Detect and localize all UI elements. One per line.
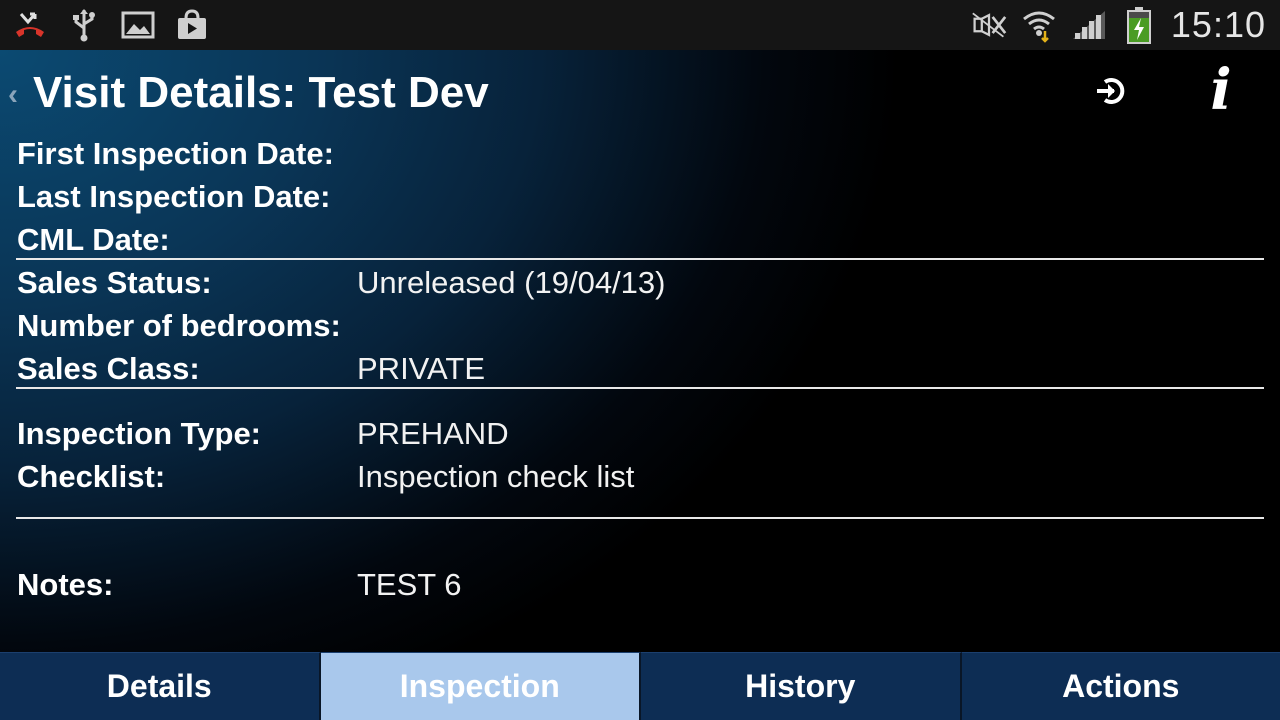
field-inspection-type: Inspection Type: PREHAND	[17, 414, 509, 454]
field-label: CML Date:	[17, 222, 170, 257]
info-icon[interactable]: i	[1196, 60, 1246, 120]
tab-details[interactable]: Details	[0, 652, 321, 720]
wifi-icon	[1021, 7, 1057, 43]
image-icon	[120, 7, 156, 43]
field-value: TEST 6	[357, 567, 462, 602]
field-notes: Notes: TEST 6	[17, 565, 462, 605]
status-bar: 15:10	[0, 0, 1280, 50]
divider	[16, 387, 1264, 389]
field-value: PRIVATE	[357, 351, 486, 386]
usb-icon	[66, 7, 102, 43]
page-title: Visit Details: Test Dev	[33, 68, 489, 117]
field-value: Unreleased (19/04/13)	[357, 265, 666, 300]
clock: 15:10	[1170, 4, 1266, 45]
divider	[16, 258, 1264, 260]
field-label: Sales Class:	[17, 351, 200, 386]
signal-icon	[1071, 7, 1107, 43]
field-label: Inspection Type:	[17, 416, 262, 451]
tab-actions[interactable]: Actions	[961, 652, 1280, 720]
field-label: Last Inspection Date:	[17, 179, 331, 214]
field-sales-status: Sales Status: Unreleased (19/04/13)	[17, 263, 665, 303]
field-label: First Inspection Date:	[17, 136, 334, 171]
field-value: Inspection check list	[357, 459, 635, 494]
field-sales-class: Sales Class: PRIVATE	[17, 349, 485, 389]
divider	[16, 517, 1264, 519]
field-label: Sales Status:	[17, 265, 212, 300]
logout-icon[interactable]	[1094, 74, 1128, 108]
field-cml-date: CML Date:	[17, 220, 357, 260]
missed-call-icon	[12, 7, 48, 43]
tab-history[interactable]: History	[641, 652, 962, 720]
back-chevron-icon[interactable]: ‹	[8, 80, 18, 110]
visit-details-panel: ‹ Visit Details: Test Dev i First Inspec…	[0, 50, 1280, 652]
mute-icon	[971, 7, 1007, 43]
field-label: Checklist:	[17, 459, 166, 494]
field-label: Notes:	[17, 567, 114, 602]
shopping-bag-icon	[174, 7, 210, 43]
bottom-tab-bar: Details Inspection History Actions	[0, 652, 1280, 720]
field-label: Number of bedrooms:	[17, 308, 341, 343]
field-value: PREHAND	[357, 416, 509, 451]
field-checklist: Checklist: Inspection check list	[17, 457, 634, 497]
battery-charging-icon	[1121, 7, 1157, 44]
field-number-of-bedrooms: Number of bedrooms:	[17, 306, 357, 346]
field-first-inspection-date: First Inspection Date:	[17, 134, 357, 174]
tab-inspection[interactable]: Inspection	[320, 652, 641, 720]
header: ‹ Visit Details: Test Dev i	[0, 60, 1280, 122]
field-last-inspection-date: Last Inspection Date:	[17, 177, 357, 217]
